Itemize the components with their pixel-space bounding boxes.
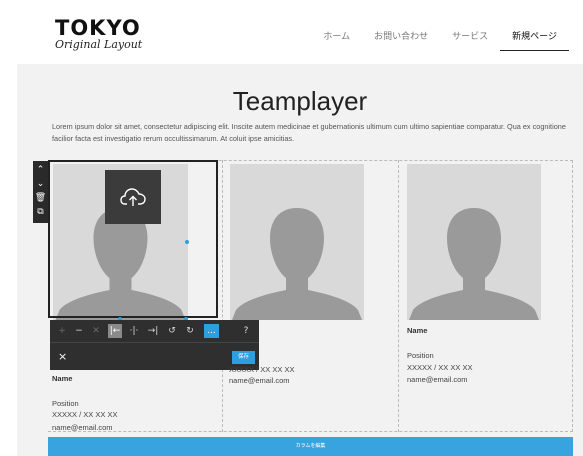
- page-title: Teamplayer: [232, 86, 368, 116]
- undo-icon[interactable]: ↺: [165, 324, 179, 338]
- member-1-phone: XXXXX / XX XX XX: [52, 410, 118, 419]
- main-nav: ホーム お問い合わせ サービス 新規ページ: [311, 29, 569, 51]
- nav-item-home[interactable]: ホーム: [311, 29, 362, 51]
- trash-icon[interactable]: 🗑: [35, 192, 46, 204]
- minus-icon[interactable]: −: [72, 324, 86, 338]
- member-3-email[interactable]: name@email.com: [407, 375, 468, 385]
- nav-item-service[interactable]: サービス: [440, 29, 500, 51]
- chevron-down-icon[interactable]: ⌄: [37, 178, 45, 190]
- upload-cloud-icon: [120, 188, 146, 206]
- align-center-icon[interactable]: ·|·: [127, 324, 141, 338]
- align-left-icon[interactable]: |←: [108, 324, 122, 338]
- nav-item-contact[interactable]: お問い合わせ: [362, 29, 440, 51]
- close-toolbar-button[interactable]: ×: [58, 350, 67, 363]
- member-2-phone: XXXXX / XX XX XX: [229, 365, 295, 374]
- member-3-position: Position: [407, 351, 434, 360]
- more-options-button[interactable]: ...: [204, 324, 219, 338]
- save-button[interactable]: 保存: [232, 351, 255, 364]
- team-photo-3[interactable]: [407, 164, 541, 320]
- member-1-position: Position: [52, 399, 79, 408]
- toolbar-row: + − ✕ |← ·|· →| ↺ ↻ ... ?: [50, 320, 259, 343]
- member-1-email[interactable]: name@email.com: [52, 423, 113, 433]
- member-1-name: Name: [52, 374, 73, 383]
- logo-title[interactable]: TOKYO: [55, 16, 141, 40]
- upload-image-button[interactable]: [105, 170, 161, 224]
- logo-subtitle: Original Layout: [55, 38, 143, 51]
- chevron-up-icon[interactable]: ⌃: [37, 164, 45, 176]
- image-edit-toolbar: + − ✕ |← ·|· →| ↺ ↻ ... ? ×: [50, 320, 259, 370]
- plus-icon[interactable]: +: [55, 324, 69, 338]
- resize-handle-right[interactable]: [185, 240, 189, 244]
- team-photo-2[interactable]: [230, 164, 364, 320]
- intro-text: Lorem ipsum dolor sit amet, consectetur …: [52, 122, 566, 143]
- member-3-phone: XXXXX / XX XX XX: [407, 363, 473, 372]
- block-side-toolbar: ⌃ ⌄ 🗑 ⧉: [33, 161, 48, 223]
- help-button[interactable]: ?: [239, 324, 253, 338]
- member-2-email[interactable]: name@email.com: [229, 376, 290, 386]
- member-3-name: Name: [407, 326, 428, 335]
- shrink-icon[interactable]: ✕: [89, 324, 103, 338]
- redo-icon[interactable]: ↻: [183, 324, 197, 338]
- nav-item-new-page[interactable]: 新規ページ: [500, 29, 569, 51]
- site-header: TOKYO Original Layout ホーム お問い合わせ サービス 新規…: [0, 0, 583, 58]
- edit-columns-bar[interactable]: カラムを編集: [48, 437, 573, 456]
- copy-icon[interactable]: ⧉: [37, 206, 43, 218]
- align-right-icon[interactable]: →|: [146, 324, 160, 338]
